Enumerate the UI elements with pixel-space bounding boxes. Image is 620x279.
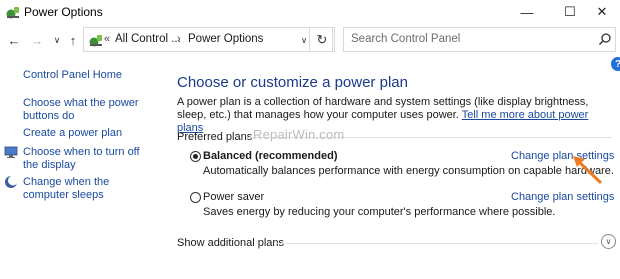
preferred-plans-label: Preferred plans	[177, 131, 253, 143]
computer-sleeps-link[interactable]: Change when the computer sleeps	[23, 176, 148, 202]
breadcrumb-power-options[interactable]: Power Options	[188, 33, 263, 45]
balanced-radio[interactable]	[190, 151, 201, 162]
search-input[interactable]: Search Control Panel	[351, 33, 460, 45]
search-box[interactable]: Search Control Panel	[343, 27, 616, 52]
refresh-button[interactable]: ↻	[309, 27, 335, 52]
additional-plans-divider	[276, 243, 598, 244]
control-panel-home-link[interactable]: Control Panel Home	[23, 69, 122, 82]
breadcrumb-separator[interactable]: ›	[177, 33, 181, 45]
power-saver-plan-name[interactable]: Power saver	[203, 191, 264, 203]
expand-chevron-icon[interactable]: ∨	[601, 234, 616, 249]
close-button[interactable]: ✕	[580, 0, 620, 24]
minimize-button[interactable]: —	[505, 0, 549, 24]
power-options-icon	[6, 7, 19, 19]
breadcrumb-all-control-panel[interactable]: All Control ...	[115, 33, 181, 45]
search-icon[interactable]	[598, 32, 612, 46]
page-heading: Choose or customize a power plan	[177, 74, 408, 91]
recent-locations-button[interactable]: ∨	[49, 31, 65, 49]
power-buttons-link[interactable]: Choose what the power buttons do	[23, 97, 143, 123]
page-description: A power plan is a collection of hardware…	[177, 96, 617, 135]
title-bar: Power Options — ☐ ✕	[0, 0, 620, 24]
balanced-plan-name[interactable]: Balanced (recommended)	[203, 150, 337, 162]
window-title: Power Options	[24, 5, 103, 19]
back-button[interactable]: ←	[6, 31, 22, 49]
address-overflow-chevron[interactable]: «	[104, 33, 110, 45]
forward-button[interactable]: →	[29, 31, 45, 49]
power-saver-plan-description: Saves energy by reducing your computer's…	[203, 206, 556, 218]
show-additional-plans-label[interactable]: Show additional plans	[177, 237, 284, 249]
create-power-plan-link[interactable]: Create a power plan	[23, 127, 122, 140]
turn-off-display-link[interactable]: Choose when to turn off the display	[23, 146, 148, 172]
address-bar[interactable]: « All Control ... › Power Options ∨	[83, 27, 333, 52]
help-button[interactable]: ?	[611, 57, 620, 71]
display-shield-icon	[4, 146, 18, 158]
watermark: RepairWin.com	[253, 127, 345, 142]
sleep-moon-icon	[5, 175, 18, 188]
power-saver-radio[interactable]	[190, 192, 201, 203]
annotation-arrow-icon	[573, 156, 602, 184]
navigation-bar: ← → ∨ ↑ « All Control ... › Power Option…	[0, 27, 620, 53]
up-button[interactable]: ↑	[65, 31, 81, 49]
power-saver-change-settings-link[interactable]: Change plan settings	[511, 191, 614, 203]
control-panel-icon	[89, 35, 102, 47]
balanced-plan-description: Automatically balances performance with …	[203, 165, 614, 177]
